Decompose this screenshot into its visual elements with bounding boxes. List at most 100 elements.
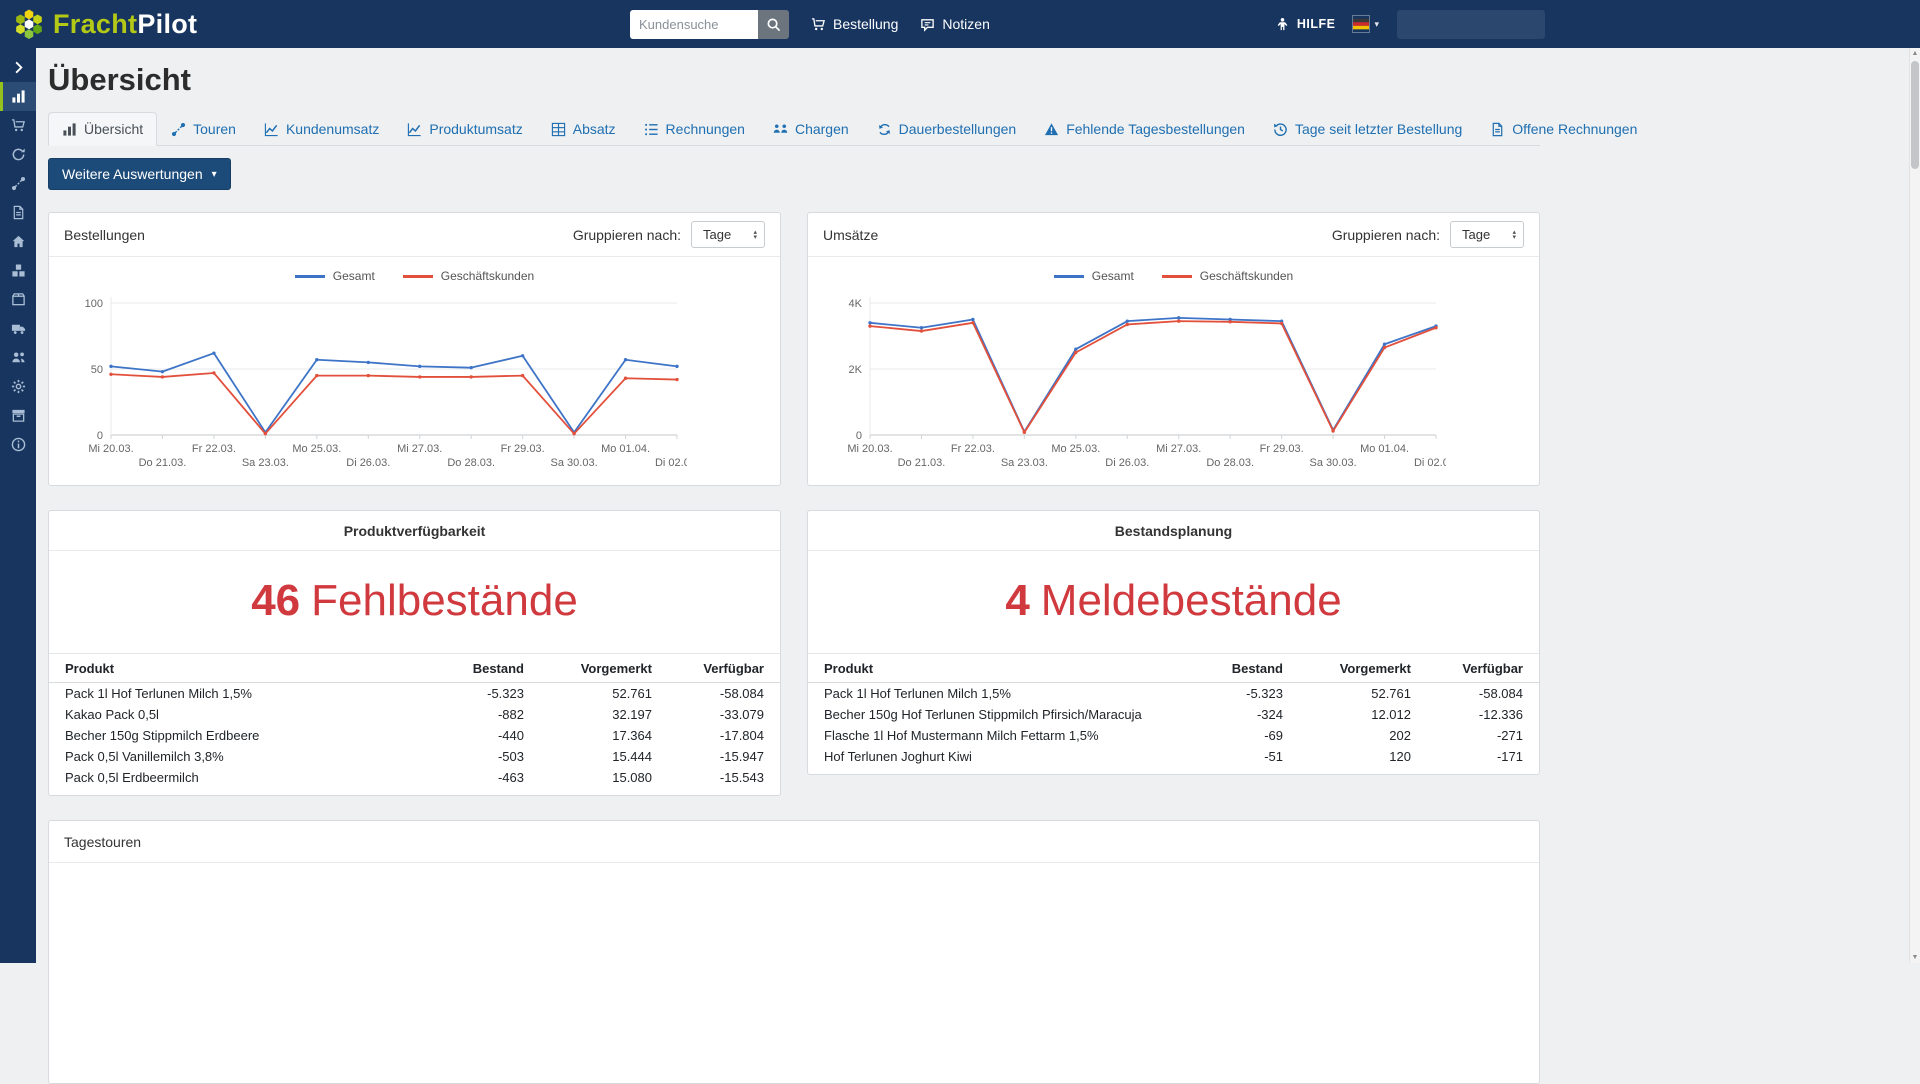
- info-icon: [11, 437, 26, 452]
- svg-text:Mi 20.03.: Mi 20.03.: [88, 443, 133, 455]
- legend-item[interactable]: Gesamt: [295, 269, 375, 283]
- sidebar-item-archive[interactable]: [0, 401, 36, 430]
- svg-text:Sa 30.03.: Sa 30.03.: [1310, 457, 1357, 469]
- customer-search-input[interactable]: [630, 10, 758, 39]
- tab-dauerbestellungen[interactable]: Dauerbestellungen: [863, 112, 1031, 146]
- svg-text:Mi 27.03.: Mi 27.03.: [1156, 443, 1201, 455]
- sidebar-item-home[interactable]: [0, 227, 36, 256]
- svg-text:100: 100: [85, 298, 103, 310]
- group-by-select[interactable]: Tage ▴▾: [691, 221, 765, 248]
- svg-text:4K: 4K: [849, 298, 863, 310]
- customer-search: [630, 10, 789, 39]
- tab-rechnungen[interactable]: Rechnungen: [630, 112, 759, 146]
- grid-icon: [551, 122, 566, 137]
- sidebar-item-package[interactable]: [0, 285, 36, 314]
- truck-icon: [11, 321, 26, 336]
- file-icon: [11, 205, 26, 220]
- svg-text:2K: 2K: [849, 364, 863, 376]
- legend-item[interactable]: Gesamt: [1054, 269, 1134, 283]
- svg-text:Sa 30.03.: Sa 30.03.: [551, 457, 598, 469]
- user-menu-placeholder[interactable]: [1397, 10, 1545, 39]
- navbar-right: Hilfe ▾: [1275, 0, 1545, 48]
- sidebar-item-route[interactable]: [0, 169, 36, 198]
- svg-text:Do 21.03.: Do 21.03.: [139, 457, 187, 469]
- sidebar-item-settings[interactable]: [0, 372, 36, 401]
- sidebar-item-expand[interactable]: [0, 53, 36, 82]
- legend-item[interactable]: Geschäftskunden: [1162, 269, 1293, 283]
- svg-text:Do 28.03.: Do 28.03.: [1206, 457, 1254, 469]
- column-header: Bestand: [1155, 654, 1283, 683]
- svg-text:Do 21.03.: Do 21.03.: [898, 457, 946, 469]
- tab-kundenumsatz[interactable]: Kundenumsatz: [250, 112, 393, 146]
- svg-text:Do 28.03.: Do 28.03.: [447, 457, 495, 469]
- svg-text:Mi 20.03.: Mi 20.03.: [847, 443, 892, 455]
- svg-text:0: 0: [856, 430, 862, 442]
- bar-chart-icon: [62, 122, 77, 137]
- tab-touren[interactable]: Touren: [157, 112, 250, 146]
- history-icon: [1273, 122, 1288, 137]
- card-title: Bestellungen: [64, 227, 145, 243]
- sidebar-item-sync[interactable]: [0, 140, 36, 169]
- column-header: Verfügbar: [652, 654, 780, 683]
- box-icon: [11, 292, 26, 307]
- scrollbar-thumb[interactable]: [1911, 61, 1919, 169]
- sidebar-item-document[interactable]: [0, 198, 36, 227]
- tab-fehlende-tagesbestellungen[interactable]: Fehlende Tagesbestellungen: [1030, 112, 1259, 146]
- sidebar-item-users[interactable]: [0, 343, 36, 372]
- meldebestaende-stat: 4Meldebestände: [808, 551, 1539, 653]
- scroll-down-arrow[interactable]: ▼: [1910, 954, 1920, 961]
- svg-text:Fr 22.03.: Fr 22.03.: [192, 443, 236, 455]
- column-header: Vorgemerkt: [524, 654, 652, 683]
- language-selector[interactable]: ▾: [1353, 16, 1379, 32]
- tab-absatz[interactable]: Absatz: [537, 112, 630, 146]
- refresh-icon: [11, 147, 26, 162]
- gear-icon: [11, 379, 26, 394]
- card-title: Tagestouren: [64, 834, 141, 850]
- list-icon: [644, 122, 659, 137]
- produktverfuegbarkeit-table: ProduktBestandVorgemerktVerfügbarPack 1l…: [49, 653, 780, 795]
- column-header: Verfügbar: [1411, 654, 1539, 683]
- scroll-up-arrow[interactable]: ▲: [1910, 50, 1920, 57]
- bestandsplanung-card: Bestandsplanung 4Meldebestände ProduktBe…: [807, 510, 1540, 775]
- nav-notizen-link[interactable]: Notizen: [920, 16, 989, 32]
- fehlbestaende-stat: 46Fehlbestände: [49, 551, 780, 653]
- repeat-icon: [877, 122, 892, 137]
- tagestouren-card: Tagestouren: [48, 820, 1540, 1084]
- umsaetze-chart[interactable]: 02K4KMi 20.03.Do 21.03.Fr 22.03.Sa 23.03…: [824, 287, 1446, 477]
- nav-bestellung-link[interactable]: Bestellung: [811, 16, 898, 32]
- group-by-select[interactable]: Tage ▴▾: [1450, 221, 1524, 248]
- sidebar-item-info[interactable]: [0, 430, 36, 459]
- bestellungen-chart[interactable]: 050100Mi 20.03.Do 21.03.Fr 22.03.Sa 23.0…: [65, 287, 687, 477]
- note-icon: [920, 17, 935, 32]
- caret-down-icon: ▾: [212, 169, 217, 180]
- tab-offene-rechnungen[interactable]: Offene Rechnungen: [1476, 112, 1651, 146]
- tab-tage-seit-letzter-bestellung[interactable]: Tage seit letzter Bestellung: [1259, 112, 1476, 146]
- column-header: Vorgemerkt: [1283, 654, 1411, 683]
- sidebar-item-cart[interactable]: [0, 111, 36, 140]
- tab-bar: ÜbersichtTourenKundenumsatzProduktumsatz…: [48, 112, 1540, 146]
- vertical-scrollbar[interactable]: ▲ ▼: [1909, 48, 1920, 963]
- legend-item[interactable]: Geschäftskunden: [403, 269, 534, 283]
- chart-legend: Gesamt Geschäftskunden: [816, 269, 1531, 283]
- sidebar-item-statistics[interactable]: [0, 82, 36, 111]
- table-row: Pack 0,5l Erdbeermilch-46315.080-15.543: [49, 767, 780, 795]
- tab-übersicht[interactable]: Übersicht: [48, 112, 157, 146]
- nav-hilfe-link[interactable]: Hilfe: [1275, 17, 1336, 32]
- column-header: Bestand: [396, 654, 524, 683]
- table-row: Pack 0,5l Vanillemilch 3,8%-50315.444-15…: [49, 746, 780, 767]
- weitere-auswertungen-button[interactable]: Weitere Auswertungen▾: [48, 158, 231, 190]
- table-row: Hof Terlunen Joghurt Kiwi-51120-171: [808, 746, 1539, 774]
- page-title: Übersicht: [48, 62, 1540, 98]
- column-header: Produkt: [808, 654, 1155, 683]
- app-logo[interactable]: FrachtPilot: [0, 9, 197, 40]
- sidebar-item-truck[interactable]: [0, 314, 36, 343]
- svg-text:50: 50: [91, 364, 103, 376]
- sidebar-item-boxes[interactable]: [0, 256, 36, 285]
- search-button[interactable]: [758, 10, 789, 39]
- card-title: Bestandsplanung: [1115, 523, 1232, 539]
- tab-chargen[interactable]: Chargen: [759, 112, 863, 146]
- tab-produktumsatz[interactable]: Produktumsatz: [393, 112, 536, 146]
- line-chart-icon: [264, 122, 279, 137]
- card-title: Produktverfügbarkeit: [344, 523, 486, 539]
- search-icon: [766, 17, 781, 32]
